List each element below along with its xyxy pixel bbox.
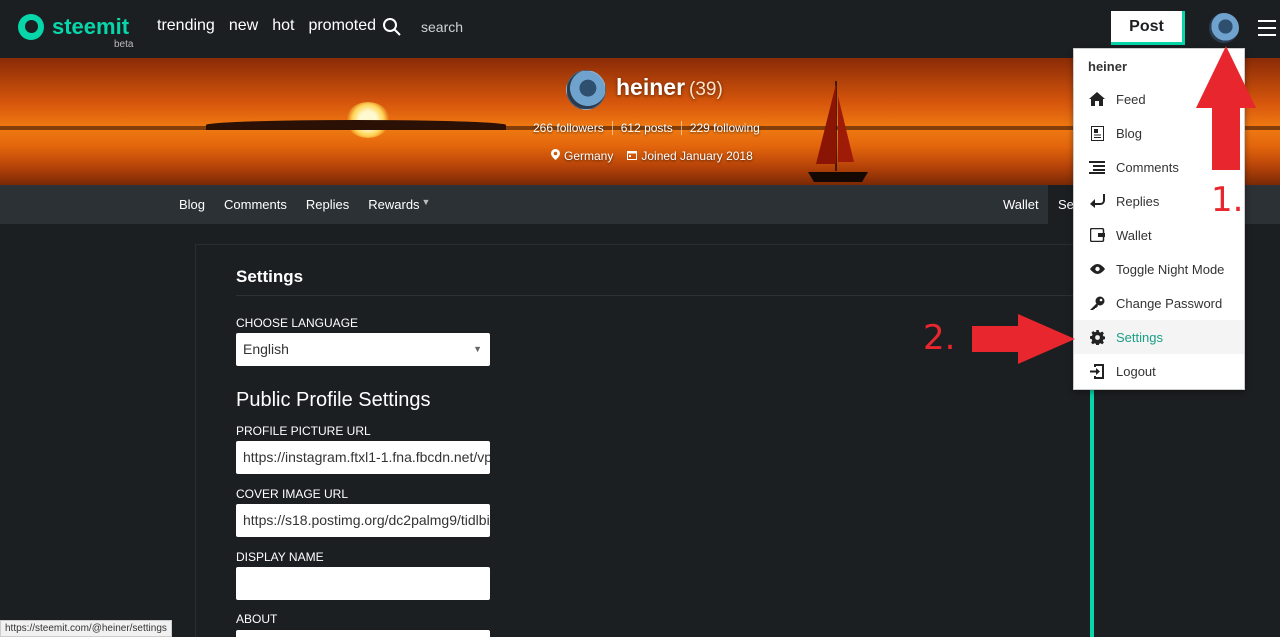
blog-icon (1088, 125, 1106, 141)
menu-username: heiner (1088, 59, 1128, 74)
reply-icon (1088, 193, 1106, 209)
logout-icon (1088, 363, 1106, 379)
profile-avatar[interactable] (566, 70, 606, 110)
accent-line (1090, 390, 1094, 637)
menu-item-night-mode[interactable]: Toggle Night Mode (1074, 252, 1244, 286)
following-count[interactable]: 229 following (682, 121, 760, 135)
choose-language-label: CHOOSE LANGUAGE (236, 316, 359, 330)
profile-name: heiner (39) (616, 74, 723, 101)
display-name-label: DISPLAY NAME (236, 550, 324, 564)
cover-island (206, 120, 506, 130)
annotation-step-1: 1. (1211, 180, 1244, 220)
menu-item-label: Wallet (1116, 227, 1152, 243)
joined-text: Joined January 2018 (641, 149, 753, 163)
main-nav: trending new hot promoted (157, 17, 376, 35)
annotation-step-2: 2. (923, 318, 956, 358)
profile-picture-input[interactable]: https://instagram.ftxl1-1.fna.fbcdn.net/… (236, 441, 490, 474)
menu-item-logout[interactable]: Logout (1074, 354, 1244, 388)
menu-item-label: Change Password (1116, 295, 1223, 311)
menu-item-label: Settings (1116, 329, 1163, 345)
profile-stats: 266 followers 612 posts 229 following (533, 121, 760, 135)
location-pin-icon (551, 149, 560, 160)
tab-comments[interactable]: Comments (224, 197, 287, 212)
tab-replies[interactable]: Replies (306, 197, 349, 212)
menu-item-label: Toggle Night Mode (1116, 261, 1225, 277)
logo-beta-badge: beta (114, 39, 134, 50)
profile-picture-label: PROFILE PICTURE URL (236, 424, 371, 438)
menu-item-label: Blog (1116, 125, 1143, 141)
about-label: ABOUT (236, 612, 278, 626)
about-input[interactable] (236, 630, 490, 637)
divider (236, 295, 1076, 296)
joined-date: Joined January 2018 (627, 149, 753, 163)
user-avatar-button[interactable] (1209, 13, 1239, 43)
menu-item-label: Feed (1116, 91, 1146, 107)
menu-item-change-password[interactable]: Change Password (1074, 286, 1244, 320)
comments-icon (1088, 159, 1106, 175)
language-select-value: English (243, 341, 289, 357)
subnav-tabs: Blog Comments Replies Rewards ▼ (179, 197, 430, 212)
steemit-logo[interactable]: steemit beta (18, 12, 148, 52)
public-profile-heading: Public Profile Settings (236, 389, 431, 411)
cover-image-label: COVER IMAGE URL (236, 487, 349, 501)
status-bar-url: https://steemit.com/@heiner/settings (0, 620, 172, 637)
location: Germany (551, 149, 613, 163)
followers-count[interactable]: 266 followers (533, 121, 613, 135)
location-text: Germany (564, 149, 614, 163)
menu-item-label: Replies (1116, 193, 1160, 209)
eye-icon (1088, 261, 1106, 277)
wallet-icon (1088, 227, 1106, 243)
profile-meta: Germany Joined January 2018 (551, 149, 753, 163)
reputation-score: (39) (689, 79, 723, 100)
calendar-icon (627, 151, 638, 160)
nav-promoted[interactable]: promoted (308, 17, 376, 35)
tab-rewards[interactable]: Rewards ▼ (368, 197, 430, 212)
tab-rewards-label: Rewards (368, 197, 420, 212)
hamburger-menu-icon[interactable] (1258, 20, 1276, 36)
menu-item-wallet[interactable]: Wallet (1074, 218, 1244, 252)
menu-item-settings[interactable]: Settings (1074, 320, 1244, 354)
sailboat-image (808, 81, 868, 182)
annotation-arrow-up (1196, 46, 1256, 170)
posts-count: 612 posts (613, 121, 682, 135)
menu-item-label: Logout (1116, 363, 1156, 379)
nav-hot[interactable]: hot (272, 17, 294, 35)
nav-trending[interactable]: trending (157, 17, 215, 35)
search-input[interactable]: search (421, 19, 463, 35)
logo-text: steemit (52, 14, 130, 39)
annotation-arrow-right (972, 314, 1075, 364)
steemit-logo-icon (18, 14, 44, 40)
settings-title: Settings (236, 267, 304, 286)
nav-new[interactable]: new (229, 17, 258, 35)
caret-down-icon: ▼ (421, 197, 431, 207)
cover-image-input[interactable]: https://s18.postimg.org/dc2palmg9/tidlbi (236, 504, 490, 537)
tab-wallet[interactable]: Wallet (1003, 197, 1039, 212)
chevron-down-icon: ▼ (473, 344, 482, 354)
search-icon[interactable] (382, 17, 402, 37)
gear-icon (1088, 329, 1106, 345)
profile-username: heiner (616, 74, 686, 100)
post-button[interactable]: Post (1111, 11, 1185, 45)
display-name-input[interactable] (236, 567, 490, 600)
home-icon (1088, 91, 1106, 107)
language-select[interactable]: English ▼ (236, 333, 490, 366)
key-icon (1088, 295, 1106, 311)
menu-item-label: Comments (1116, 159, 1179, 175)
tab-blog[interactable]: Blog (179, 197, 205, 212)
